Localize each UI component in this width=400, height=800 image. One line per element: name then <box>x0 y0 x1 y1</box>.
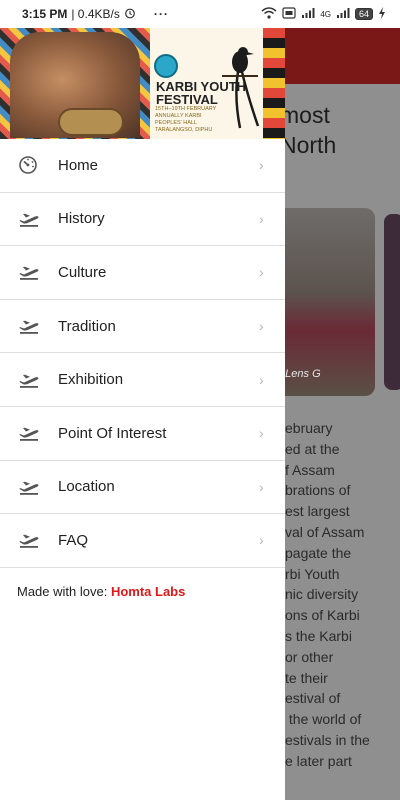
flight-takeoff-icon <box>0 425 58 442</box>
chevron-right-icon: › <box>259 371 264 388</box>
chevron-right-icon: › <box>259 157 264 174</box>
menu-item-label: Culture <box>58 263 107 281</box>
background-carousel-image: e Lens G <box>270 208 375 396</box>
footer-prefix: Made with love: <box>17 583 108 599</box>
menu-item-exhibition[interactable]: Exhibition › <box>0 353 285 407</box>
menu-item-label: Point Of Interest <box>58 424 167 442</box>
menu-item-label: FAQ <box>58 531 89 549</box>
menu-item-faq[interactable]: FAQ › <box>0 514 285 568</box>
flight-takeoff-icon <box>0 479 58 495</box>
menu-item-label: History <box>58 210 105 228</box>
flight-takeoff-icon <box>0 264 58 281</box>
menu-item-home[interactable]: Home › <box>0 139 285 193</box>
signal-icon-2 <box>336 7 350 22</box>
flight-takeoff-icon <box>0 211 58 227</box>
status-network-speed: | 0.4KB/s <box>71 7 120 21</box>
flight-takeoff-icon <box>0 532 58 549</box>
signal-icon <box>301 7 315 22</box>
charging-icon <box>378 6 386 22</box>
drawer-menu: Home › History › Culture › Tradition › E… <box>0 139 285 568</box>
status-bar: 3:15 PM | 0.4KB/s ··· 4G 64 <box>0 0 400 28</box>
status-time: 3:15 PM <box>22 7 68 21</box>
drawer-footer: Made with love: Homta Labs <box>0 568 285 599</box>
background-heading: most North <box>280 102 337 158</box>
banner-pattern-right <box>263 28 285 139</box>
navigation-drawer: KARBI YOUTH FESTIVAL 15TH–19TH FEBRUARY … <box>0 28 285 800</box>
dashboard-icon <box>0 155 58 175</box>
background-carousel-image-next <box>384 214 400 390</box>
status-right-icons: 4G 64 <box>261 6 386 22</box>
festival-logo-icon <box>154 54 178 78</box>
wifi-icon <box>261 6 277 22</box>
chevron-right-icon: › <box>259 478 264 495</box>
menu-item-location[interactable]: Location › <box>0 461 285 515</box>
menu-item-label: Home <box>58 156 99 174</box>
volte-icon <box>282 6 296 22</box>
chevron-right-icon: › <box>259 210 264 227</box>
menu-item-tradition[interactable]: Tradition › <box>0 300 285 354</box>
menu-item-history[interactable]: History › <box>0 193 285 247</box>
status-overflow-dots: ··· <box>153 7 169 21</box>
network-type-label: 4G <box>320 9 331 19</box>
menu-item-label: Location <box>58 478 115 496</box>
menu-item-point-of-interest[interactable]: Point Of Interest › <box>0 407 285 461</box>
alarm-icon <box>124 7 136 22</box>
drawer-header-banner: KARBI YOUTH FESTIVAL 15TH–19TH FEBRUARY … <box>0 28 285 139</box>
footer-brand-link[interactable]: Homta Labs <box>111 584 185 599</box>
chevron-right-icon: › <box>259 264 264 281</box>
bird-icon <box>222 47 260 129</box>
chevron-right-icon: › <box>259 425 264 442</box>
background-body-text: ebruary ed at the f Assam brations of es… <box>285 420 370 769</box>
flight-takeoff-icon <box>0 372 58 388</box>
chevron-right-icon: › <box>259 318 264 335</box>
flight-takeoff-icon <box>0 318 58 334</box>
drum-image <box>58 108 124 136</box>
menu-item-culture[interactable]: Culture › <box>0 246 285 300</box>
menu-item-label: Exhibition <box>58 371 124 389</box>
chevron-right-icon: › <box>259 532 264 549</box>
menu-item-label: Tradition <box>58 317 116 335</box>
battery-icon: 64 <box>354 8 373 20</box>
banner-info: 15TH–19TH FEBRUARY ANNUALLY KARBI PEOPLE… <box>155 106 217 133</box>
